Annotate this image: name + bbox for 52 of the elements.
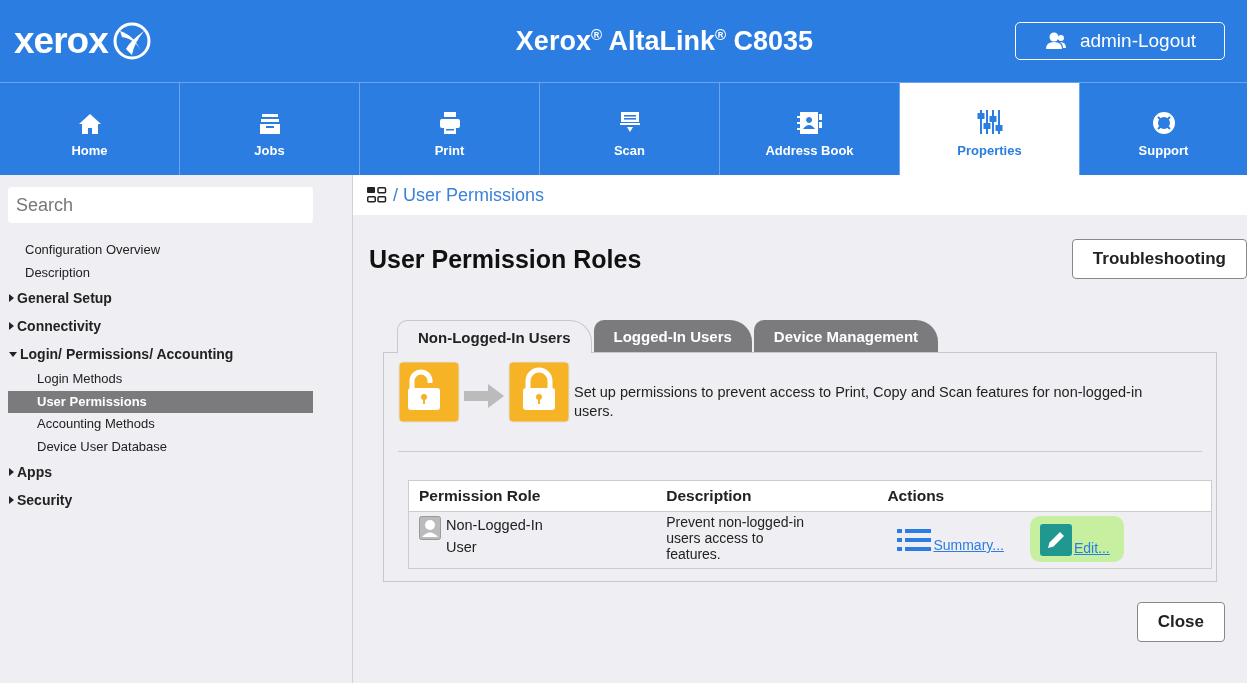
search-field[interactable]: Search [8,187,313,223]
apps-grid-icon[interactable] [367,187,387,203]
breadcrumb-link[interactable]: / User Permissions [393,184,545,206]
globe-logo-icon [111,21,152,61]
column-header: Description [656,480,878,512]
window-title: Xerox$^{®}$ AltaLink$^{®}$ C8035 [514,25,815,57]
tree-item[interactable]: Login/ Permissions/ Accounting [8,340,313,368]
tab[interactable]: Device Management [753,320,939,352]
column-header: Actions [877,480,1212,512]
table-cell-text: Non-Logged-In User [446,516,544,557]
expand-arrow-icon[interactable] [9,351,17,357]
nav-label: Home [71,143,108,158]
table-cell-text: Prevent non-logged-in users access to features. [666,514,806,562]
tree-item[interactable]: Accounting Methods [8,413,313,436]
nav-label: Print [434,143,465,158]
tree-item[interactable]: Security [8,486,313,514]
tree-item[interactable]: Description [8,261,313,284]
tree-item[interactable]: Connectivity [8,312,313,340]
tree-item[interactable]: User Permissions [8,390,313,413]
home-icon [77,113,102,135]
tab[interactable]: Non-Logged-In Users [397,320,592,353]
expand-arrow-icon[interactable] [9,468,14,476]
logout-button[interactable]: admin-Logout [1015,22,1225,60]
info-text: Set up permissions to prevent access to Print, Copy and Scan features for non-logged-in users. [574,383,1144,421]
pencil-icon [1039,524,1072,556]
nav-label: Scan [613,143,646,158]
nav-label: Address Book [765,143,854,158]
unlocked-padlock-icon [398,361,460,423]
logo-text: xerox [14,20,108,62]
expand-arrow-icon[interactable] [9,496,14,504]
tree-item[interactable]: Device User Database [8,435,313,458]
nav-tab[interactable]: Support [1080,83,1247,175]
column-header: Permission Role [408,480,657,512]
expand-arrow-icon[interactable] [9,322,14,330]
nav-label: Support [1138,143,1189,158]
tree-item[interactable]: General Setup [8,284,313,312]
edit-link[interactable]: Edit... [1029,516,1124,562]
troubleshooting-button[interactable]: Troubleshooting [1071,239,1247,279]
tab[interactable]: Logged-In Users [593,320,752,352]
summary-link[interactable]: Summary... [887,519,1018,559]
expand-arrow-icon[interactable] [9,294,14,302]
locked-padlock-icon [508,361,570,423]
tree-item[interactable]: Configuration Overview [8,239,313,262]
list-icon [897,527,932,553]
page-title: User Permission Roles [369,244,642,274]
close-button[interactable]: Close [1136,602,1225,642]
user-avatar-icon [419,516,441,540]
nav-label: Properties [957,143,1022,158]
tree-item[interactable]: Login Methods [8,368,313,391]
nav-label: Jobs [254,143,285,158]
user-icon [1045,32,1066,50]
tree-item[interactable]: Apps [8,458,313,486]
